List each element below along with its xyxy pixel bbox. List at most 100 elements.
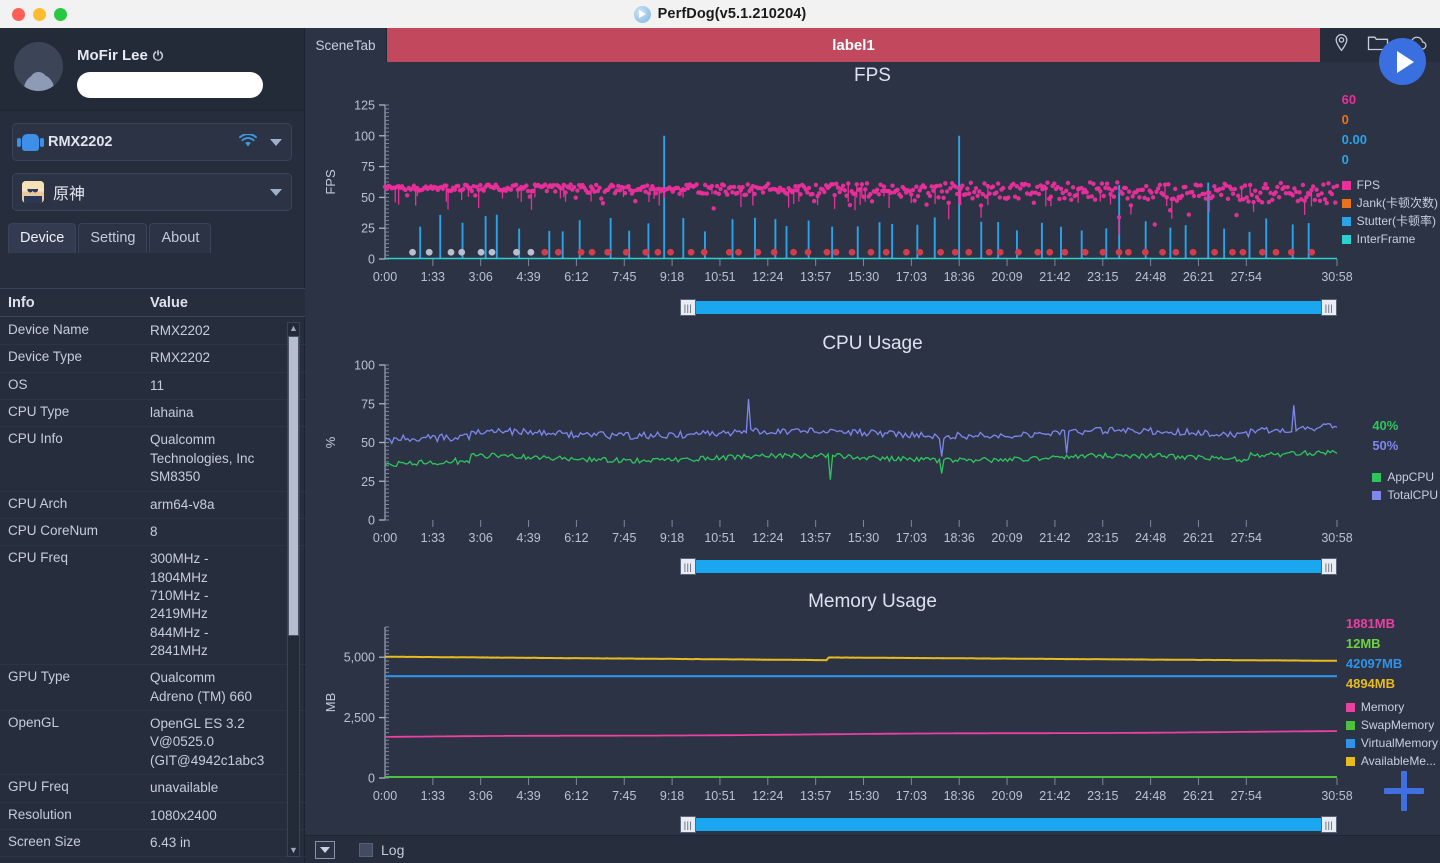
- table-scrollbar[interactable]: ▲ ▼: [287, 322, 300, 857]
- power-icon[interactable]: ⏻: [153, 48, 163, 64]
- location-pin-icon[interactable]: [1332, 33, 1351, 57]
- start-recording-button[interactable]: [1379, 38, 1426, 85]
- perfdog-logo-icon: [633, 5, 651, 23]
- x-axis-tick-label: 18:36: [944, 531, 975, 545]
- legend-label-memory: Memory: [1360, 700, 1405, 714]
- table-row[interactable]: CPU Freq 300MHz - 1804MHz 710MHz - 2419MH…: [0, 546, 305, 666]
- y-axis-tick-label: 125: [354, 99, 375, 113]
- legend-item-stutter[interactable]: Stutter(卡顿率): [1341, 212, 1438, 230]
- chart-scrollbar-fps[interactable]: ||| |||: [680, 299, 1337, 316]
- scroll-up-icon[interactable]: ▲: [288, 323, 299, 334]
- table-row[interactable]: CPU Arch arm64-v8a: [0, 492, 305, 519]
- chart-scrollbar-cpu[interactable]: ||| |||: [680, 558, 1337, 575]
- window-controls[interactable]: [0, 7, 67, 21]
- table-cell-value: 1080x2400: [150, 807, 217, 823]
- scrollbar-handle-left[interactable]: |||: [680, 299, 696, 316]
- y-axis-tick-label: 100: [354, 359, 375, 373]
- legend-value-availablememory: 4894MB: [1345, 676, 1395, 691]
- legend-item-fps[interactable]: FPS: [1341, 176, 1438, 194]
- table-header-row: Info Value: [0, 288, 305, 317]
- scrollbar-thumb[interactable]: [288, 336, 299, 636]
- x-axis-tick-label: 21:42: [1039, 270, 1070, 284]
- table-row[interactable]: GPU Freq unavailable: [0, 775, 305, 803]
- legend-swatch-availablememory: [1345, 756, 1355, 766]
- scrollbar-handle-left[interactable]: |||: [680, 558, 696, 575]
- scene-label-tab[interactable]: label1: [387, 28, 1320, 62]
- legend-item-memory[interactable]: Memory: [1345, 698, 1438, 716]
- x-axis-tick-label: 17:03: [896, 789, 927, 803]
- chart-canvas-fps[interactable]: 0 25 50 75 100 125 FPS 0:00 1:33 3:06 4:39 6:12 7:45…: [305, 87, 1440, 299]
- user-panel: MoFir Lee ⏻: [0, 28, 304, 110]
- x-axis-tick-label: 9:18: [660, 270, 684, 284]
- legend-label-virtualmemory: VirtualMemory: [1360, 736, 1438, 750]
- chevron-down-icon[interactable]: [270, 138, 282, 146]
- table-row[interactable]: Device Name RMX2202: [0, 318, 305, 346]
- table-row[interactable]: OS 11: [0, 373, 305, 401]
- legend-value-interframe: 0: [1341, 152, 1349, 167]
- device-info-table: Info Value Device Name RMX2202 Device Type…: [0, 288, 305, 863]
- table-row[interactable]: Screen Size 6.43 in: [0, 830, 305, 858]
- chart-canvas-memory[interactable]: 0 2,500 5,000 MB 0:00 1:33 3:06 4:39 6:12 7:45 9:1…: [305, 613, 1440, 816]
- legend-swatch-appcpu: [1372, 472, 1382, 482]
- x-axis-tick-label: 20:09: [991, 789, 1022, 803]
- table-row[interactable]: CPU Type lahaina: [0, 400, 305, 428]
- add-chart-button[interactable]: [1384, 771, 1424, 811]
- log-toggle[interactable]: Log: [359, 842, 404, 858]
- legend-fps: 60 0 0.00 0 FPS Jank(卡顿次数) Stutter(卡顿率) …: [1341, 90, 1438, 248]
- tab-device[interactable]: Device: [8, 223, 77, 253]
- table-cell-key: GPU Type: [8, 669, 71, 685]
- table-row[interactable]: OpenGL OpenGL ES 3.2 V@0525.0 (GIT@4942c1…: [0, 711, 305, 776]
- close-window-button[interactable]: [12, 7, 25, 21]
- collapse-panel-button[interactable]: [315, 840, 335, 859]
- device-selector[interactable]: RMX2202: [12, 123, 292, 161]
- legend-item-appcpu[interactable]: AppCPU: [1372, 468, 1438, 486]
- table-cell-key: CPU Type: [8, 404, 70, 420]
- legend-item-swapmemory[interactable]: SwapMemory: [1345, 716, 1438, 734]
- app-selector[interactable]: 原神: [12, 173, 292, 211]
- table-cell-key: OS: [8, 376, 28, 392]
- scroll-down-icon[interactable]: ▼: [288, 845, 299, 856]
- minimize-window-button[interactable]: [33, 7, 46, 21]
- column-header-info: Info: [8, 294, 35, 311]
- legend-item-interframe[interactable]: InterFrame: [1341, 230, 1438, 248]
- chart-title-memory: Memory Usage: [808, 591, 937, 612]
- table-row[interactable]: CPU Info Qualcomm Technologies, Inc SM835…: [0, 427, 305, 492]
- series-line: [384, 449, 1338, 480]
- table-row[interactable]: GPU Type Qualcomm Adreno (TM) 660: [0, 665, 305, 712]
- y-axis-tick-label: 0: [368, 514, 375, 528]
- legend-item-totalcpu[interactable]: TotalCPU: [1372, 486, 1438, 504]
- chart-canvas-cpu[interactable]: 0 25 50 75 100% 0:00 1:33 3:06 4:39 6:12 7:45 9:18 1…: [305, 355, 1440, 558]
- window-title: PerfDog(v5.1.210204): [657, 6, 807, 22]
- x-axis-tick-label: 18:36: [944, 270, 975, 284]
- scrollbar-handle-right[interactable]: |||: [1321, 816, 1337, 833]
- x-axis-tick-label: 18:36: [944, 789, 975, 803]
- genshin-app-icon: [22, 181, 44, 203]
- log-checkbox[interactable]: [359, 842, 373, 857]
- legend-item-virtualmemory[interactable]: VirtualMemory: [1345, 734, 1438, 752]
- scrollbar-handle-right[interactable]: |||: [1321, 299, 1337, 316]
- legend-item-jank[interactable]: Jank(卡顿次数): [1341, 194, 1438, 212]
- tab-about[interactable]: About: [149, 223, 212, 253]
- chevron-down-icon[interactable]: [270, 188, 282, 196]
- scrollbar-handle-left[interactable]: |||: [680, 816, 696, 833]
- table-row[interactable]: CPU CoreNum 8: [0, 519, 305, 547]
- scene-tab-button[interactable]: SceneTab: [305, 28, 387, 62]
- x-axis-tick-label: 10:51: [704, 270, 735, 284]
- legend-swatch-interframe: [1341, 234, 1351, 244]
- chart-scrollbar-memory[interactable]: ||| |||: [680, 816, 1337, 833]
- x-axis-tick-label: 23:15: [1087, 270, 1118, 284]
- x-axis-tick-label: 15:30: [848, 789, 879, 803]
- table-row[interactable]: Resolution 1080x2400: [0, 803, 305, 830]
- scrollbar-handle-right[interactable]: |||: [1321, 558, 1337, 575]
- x-axis-tick-label: 13:57: [800, 531, 831, 545]
- table-row[interactable]: Device Type RMX2202: [0, 345, 305, 373]
- maximize-window-button[interactable]: [54, 7, 67, 21]
- x-axis-tick-label: 0:00: [373, 270, 397, 284]
- legend-memory: 1881MB 12MB 42097MB 4894MB Memory SwapMe…: [1345, 614, 1438, 770]
- x-axis-tick-label: 17:03: [896, 531, 927, 545]
- y-axis-tick-label: 50: [361, 191, 375, 205]
- legend-value-stutter: 0.00: [1341, 132, 1367, 147]
- legend-item-availablememory[interactable]: AvailableMe...: [1345, 752, 1438, 770]
- table-body[interactable]: Device Name RMX2202 Device Type RMX2202 OS 11…: [0, 318, 305, 863]
- tab-setting[interactable]: Setting: [78, 223, 148, 253]
